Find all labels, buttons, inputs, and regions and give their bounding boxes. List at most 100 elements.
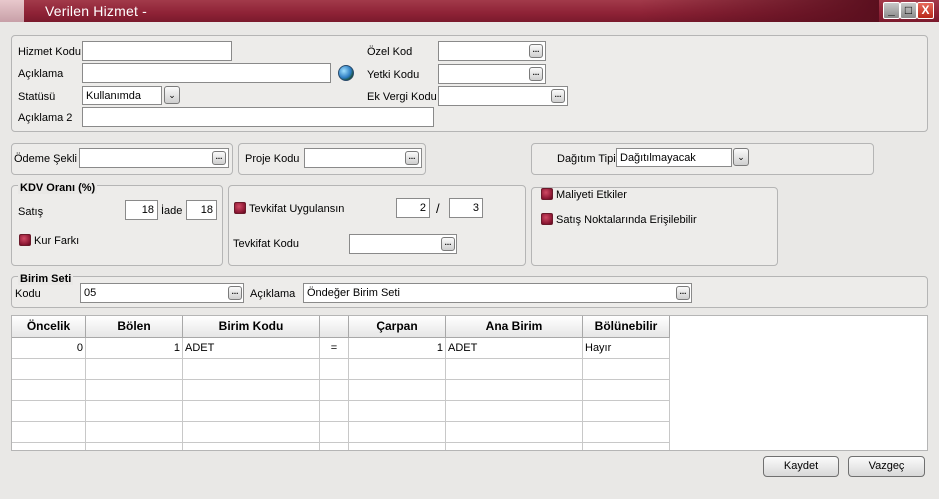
empty-cell[interactable] xyxy=(446,359,583,380)
empty-cell[interactable] xyxy=(86,401,183,422)
empty-cell[interactable] xyxy=(583,359,670,380)
birim-seti-aciklama-input[interactable]: Öndeğer Birim Seti xyxy=(303,283,692,303)
iade-label: İade xyxy=(161,205,183,217)
hizmet-kodu-input[interactable] xyxy=(82,41,232,61)
empty-cell[interactable] xyxy=(183,359,320,380)
dagitim-tipi-select[interactable]: Dağıtılmayacak xyxy=(616,148,732,167)
empty-cell[interactable] xyxy=(12,443,86,450)
empty-cell[interactable] xyxy=(183,443,320,450)
dagitim-tipi-dropdown-icon[interactable]: ⌄ xyxy=(733,148,749,166)
kur-farki-checkbox[interactable] xyxy=(19,234,31,246)
empty-cell[interactable] xyxy=(583,401,670,422)
kaydet-button[interactable]: Kaydet xyxy=(763,456,839,477)
ozel-kod-label: Özel Kod xyxy=(367,46,413,58)
empty-cell[interactable] xyxy=(583,443,670,450)
cell-bolunebilir[interactable]: Hayır xyxy=(583,338,670,359)
yetki-kodu-lookup-icon[interactable]: ... xyxy=(529,67,543,81)
maliyeti-etkiler-label: Maliyeti Etkiler xyxy=(556,189,627,201)
col-header-birim-kodu[interactable]: Birim Kodu xyxy=(183,316,320,338)
empty-cell[interactable] xyxy=(320,359,349,380)
empty-cell[interactable] xyxy=(183,380,320,401)
vazgec-button[interactable]: Vazgeç xyxy=(848,456,925,477)
cell-operator[interactable]: = xyxy=(320,338,349,359)
col-header-oncelik[interactable]: Öncelik xyxy=(12,316,86,338)
birim-seti-kodu-input[interactable]: 05 xyxy=(80,283,244,303)
aciklama2-label: Açıklama 2 xyxy=(18,112,73,124)
empty-cell[interactable] xyxy=(583,422,670,443)
aciklama-input[interactable] xyxy=(82,63,331,83)
statusu-select[interactable]: Kullanımda xyxy=(82,86,162,105)
empty-cell[interactable] xyxy=(349,359,446,380)
empty-cell[interactable] xyxy=(86,422,183,443)
satis-noktalari-label: Satış Noktalarında Erişilebilir xyxy=(556,214,697,226)
iade-input[interactable]: 18 xyxy=(186,200,217,220)
col-header-bolunebilir[interactable]: Bölünebilir xyxy=(583,316,670,338)
empty-cell[interactable] xyxy=(183,401,320,422)
tevkifat-num2-input[interactable]: 3 xyxy=(449,198,483,218)
tevkifat-kodu-lookup-icon[interactable]: ... xyxy=(441,237,455,251)
ek-vergi-kodu-input[interactable] xyxy=(438,86,568,106)
empty-cell[interactable] xyxy=(86,380,183,401)
empty-cell[interactable] xyxy=(86,359,183,380)
empty-cell[interactable] xyxy=(320,422,349,443)
maliyeti-etkiler-checkbox[interactable] xyxy=(541,188,553,200)
empty-cell[interactable] xyxy=(446,443,583,450)
kdv-group-label: KDV Oranı (%) xyxy=(18,182,98,194)
empty-cell[interactable] xyxy=(320,401,349,422)
col-header-operator[interactable] xyxy=(320,316,349,338)
birim-seti-aciklama-label: Açıklama xyxy=(250,288,296,300)
satis-input[interactable]: 18 xyxy=(125,200,158,220)
empty-cell[interactable] xyxy=(12,359,86,380)
ek-vergi-kodu-lookup-icon[interactable]: ... xyxy=(551,89,565,103)
empty-cell[interactable] xyxy=(12,422,86,443)
hizmet-kodu-label: Hizmet Kodu xyxy=(18,46,81,58)
cell-birim-kodu[interactable]: ADET xyxy=(183,338,320,359)
tevkifat-uygulansin-checkbox[interactable] xyxy=(234,202,246,214)
maximize-button[interactable]: □ xyxy=(900,2,917,19)
empty-cell[interactable] xyxy=(86,443,183,450)
cell-oncelik[interactable]: 0 xyxy=(12,338,86,359)
birim-seti-kodu-lookup-icon[interactable]: ... xyxy=(228,286,242,300)
statusu-dropdown-icon[interactable]: ⌄ xyxy=(164,86,180,104)
globe-icon[interactable] xyxy=(338,65,354,81)
ek-vergi-kodu-label: Ek Vergi Kodu xyxy=(367,91,437,103)
col-header-carpan[interactable]: Çarpan xyxy=(349,316,446,338)
ozel-kod-lookup-icon[interactable]: ... xyxy=(529,44,543,58)
title-bar-tail xyxy=(0,0,24,22)
empty-cell[interactable] xyxy=(446,422,583,443)
dagitim-tipi-label: Dağıtım Tipi xyxy=(557,153,616,165)
empty-cell[interactable] xyxy=(349,422,446,443)
birim-grid[interactable]: Öncelik Bölen Birim Kodu Çarpan Ana Biri… xyxy=(11,315,928,451)
kur-farki-label: Kur Farkı xyxy=(34,235,80,247)
odeme-sekli-lookup-icon[interactable]: ... xyxy=(212,151,226,165)
birim-seti-aciklama-lookup-icon[interactable]: ... xyxy=(676,286,690,300)
satis-label: Satış xyxy=(18,206,44,218)
empty-cell[interactable] xyxy=(12,401,86,422)
close-button[interactable]: X xyxy=(917,2,934,19)
cell-carpan[interactable]: 1 xyxy=(349,338,446,359)
empty-cell[interactable] xyxy=(349,380,446,401)
empty-cell[interactable] xyxy=(446,380,583,401)
tevkifat-num1-input[interactable]: 2 xyxy=(396,198,430,218)
col-header-ana-birim[interactable]: Ana Birim xyxy=(446,316,583,338)
proje-kodu-lookup-icon[interactable]: ... xyxy=(405,151,419,165)
birim-seti-kodu-label: Kodu xyxy=(15,288,41,300)
empty-cell[interactable] xyxy=(12,380,86,401)
odeme-sekli-label: Ödeme Şekli xyxy=(14,153,77,165)
aciklama2-input[interactable] xyxy=(82,107,434,127)
cell-ana-birim[interactable]: ADET xyxy=(446,338,583,359)
empty-cell[interactable] xyxy=(183,422,320,443)
odeme-sekli-input[interactable] xyxy=(79,148,229,168)
empty-cell[interactable] xyxy=(446,401,583,422)
empty-cell[interactable] xyxy=(583,380,670,401)
empty-cell[interactable] xyxy=(349,401,446,422)
empty-cell[interactable] xyxy=(349,443,446,450)
col-header-bolen[interactable]: Bölen xyxy=(86,316,183,338)
empty-cell[interactable] xyxy=(320,443,349,450)
minimize-button[interactable]: _ xyxy=(883,2,900,19)
tevkifat-kodu-label: Tevkifat Kodu xyxy=(233,238,300,250)
empty-cell[interactable] xyxy=(320,380,349,401)
tevkifat-slash: / xyxy=(436,201,440,216)
cell-bolen[interactable]: 1 xyxy=(86,338,183,359)
satis-noktalari-checkbox[interactable] xyxy=(541,213,553,225)
